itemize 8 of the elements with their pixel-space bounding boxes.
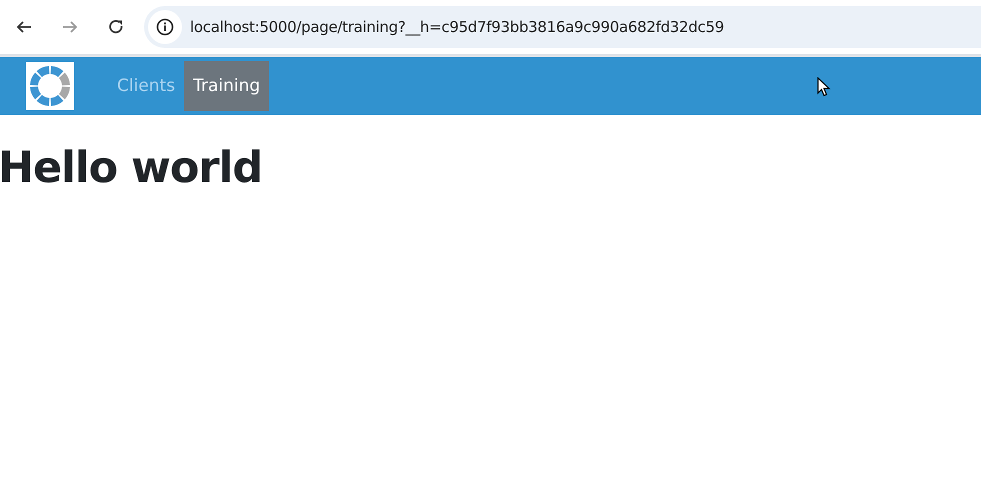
address-bar[interactable]: localhost:5000/page/training?__h=c95d7f93bb3816a9c990a682fd32dc59 xyxy=(144,6,981,48)
reload-icon[interactable] xyxy=(108,19,124,35)
mouse-pointer-icon xyxy=(817,77,831,97)
back-arrow-icon[interactable] xyxy=(16,19,32,35)
logo-icon[interactable] xyxy=(26,62,74,110)
nav-link[interactable]: Training xyxy=(184,61,270,111)
page-heading: Hello world xyxy=(0,145,262,192)
info-icon[interactable] xyxy=(156,18,174,36)
